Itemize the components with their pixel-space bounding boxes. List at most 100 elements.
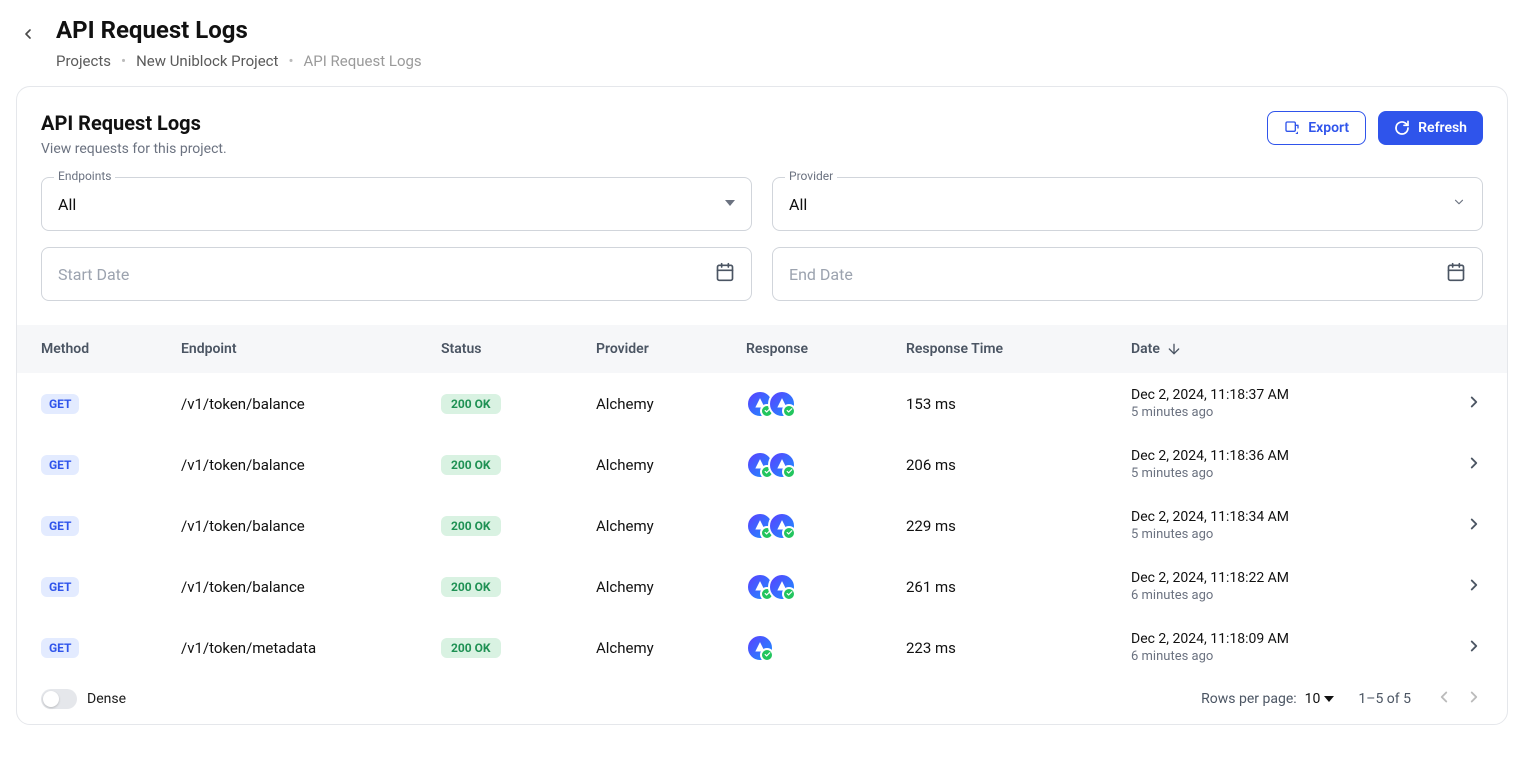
- status-badge: 200 OK: [441, 516, 501, 536]
- response-icons: [746, 390, 906, 418]
- dropdown-arrow-icon: [725, 196, 735, 212]
- chevron-right-icon: [1465, 454, 1483, 472]
- start-date-placeholder: Start Date: [58, 265, 129, 284]
- col-header-method[interactable]: Method: [41, 341, 181, 357]
- rows-per-page-value: 10: [1305, 691, 1321, 707]
- status-badge: 200 OK: [441, 577, 501, 597]
- provider-chain-icon: [768, 573, 796, 601]
- method-badge: GET: [41, 394, 79, 414]
- cell-date: Dec 2, 2024, 11:18:36 AM: [1131, 448, 1289, 464]
- cell-response-time: 229 ms: [906, 517, 1131, 535]
- check-badge-icon: [782, 587, 796, 601]
- chevron-right-icon: [1465, 515, 1483, 533]
- cell-date: Dec 2, 2024, 11:18:09 AM: [1131, 631, 1289, 647]
- col-header-date-label: Date: [1131, 341, 1160, 357]
- status-badge: 200 OK: [441, 394, 501, 414]
- provider-chain-icon: [768, 390, 796, 418]
- col-header-response-time[interactable]: Response Time: [906, 341, 1131, 357]
- col-header-response[interactable]: Response: [746, 341, 906, 357]
- provider-chain-icon: [768, 512, 796, 540]
- start-date-input[interactable]: Start Date: [41, 247, 752, 301]
- col-header-provider[interactable]: Provider: [596, 341, 746, 357]
- prev-page-button[interactable]: [1435, 688, 1453, 710]
- expand-row-button[interactable]: [1465, 458, 1483, 476]
- cell-date-ago: 6 minutes ago: [1131, 588, 1289, 603]
- card-subtitle: View requests for this project.: [41, 141, 227, 157]
- expand-row-button[interactable]: [1465, 397, 1483, 415]
- end-date-input[interactable]: End Date: [772, 247, 1483, 301]
- cell-endpoint: /v1/token/balance: [181, 395, 441, 413]
- expand-row-button[interactable]: [1465, 641, 1483, 659]
- refresh-button[interactable]: Refresh: [1378, 111, 1483, 145]
- cell-date: Dec 2, 2024, 11:18:22 AM: [1131, 570, 1289, 586]
- table-row[interactable]: GET /v1/token/balance 200 OK Alchemy 206…: [17, 434, 1507, 495]
- export-icon: [1284, 120, 1300, 136]
- check-badge-icon: [782, 404, 796, 418]
- provider-label: Provider: [785, 169, 837, 183]
- breadcrumb-current: API Request Logs: [304, 52, 422, 70]
- rows-per-page-select[interactable]: 10: [1305, 691, 1335, 707]
- method-badge: GET: [41, 516, 79, 536]
- rows-per-page-label: Rows per page:: [1201, 691, 1296, 707]
- cell-date-ago: 5 minutes ago: [1131, 527, 1289, 542]
- cell-provider: Alchemy: [596, 639, 746, 657]
- cell-response-time: 223 ms: [906, 639, 1131, 657]
- response-icons: [746, 634, 906, 662]
- card-title: API Request Logs: [41, 111, 227, 135]
- cell-endpoint: /v1/token/balance: [181, 456, 441, 474]
- expand-row-button[interactable]: [1465, 519, 1483, 537]
- cell-date: Dec 2, 2024, 11:18:34 AM: [1131, 509, 1289, 525]
- check-badge-icon: [760, 648, 774, 662]
- table-row[interactable]: GET /v1/token/balance 200 OK Alchemy 229…: [17, 495, 1507, 556]
- endpoints-label: Endpoints: [54, 169, 115, 183]
- breadcrumb-project-name[interactable]: New Uniblock Project: [136, 52, 278, 70]
- chevron-right-icon: [1465, 688, 1483, 706]
- col-header-endpoint[interactable]: Endpoint: [181, 341, 441, 357]
- chevron-left-icon: [20, 26, 36, 42]
- end-date-placeholder: End Date: [789, 265, 853, 284]
- back-button[interactable]: [16, 22, 40, 46]
- chevron-down-icon: [1452, 195, 1466, 213]
- method-badge: GET: [41, 455, 79, 475]
- table-row[interactable]: GET /v1/token/balance 200 OK Alchemy 261…: [17, 556, 1507, 617]
- breadcrumb-projects[interactable]: Projects: [56, 52, 111, 70]
- breadcrumb: Projects • New Uniblock Project • API Re…: [56, 52, 422, 70]
- breadcrumb-separator: •: [288, 52, 293, 70]
- cell-date: Dec 2, 2024, 11:18:37 AM: [1131, 387, 1289, 403]
- cell-date-ago: 5 minutes ago: [1131, 466, 1289, 481]
- endpoints-value: All: [58, 195, 76, 214]
- export-label: Export: [1308, 120, 1349, 136]
- sort-desc-icon: [1166, 341, 1182, 357]
- provider-value: All: [789, 195, 807, 214]
- refresh-label: Refresh: [1418, 120, 1467, 136]
- cell-provider: Alchemy: [596, 578, 746, 596]
- cell-date-ago: 5 minutes ago: [1131, 405, 1289, 420]
- table-row[interactable]: GET /v1/token/metadata 200 OK Alchemy 22…: [17, 617, 1507, 678]
- status-badge: 200 OK: [441, 455, 501, 475]
- table-row[interactable]: GET /v1/token/balance 200 OK Alchemy 153…: [17, 373, 1507, 434]
- col-header-status[interactable]: Status: [441, 341, 596, 357]
- status-badge: 200 OK: [441, 638, 501, 658]
- cell-response-time: 206 ms: [906, 456, 1131, 474]
- export-button[interactable]: Export: [1267, 111, 1366, 145]
- col-header-date[interactable]: Date: [1131, 341, 1443, 357]
- calendar-icon: [715, 262, 735, 286]
- dense-label: Dense: [87, 691, 126, 707]
- chevron-right-icon: [1465, 576, 1483, 594]
- endpoints-select[interactable]: Endpoints All: [41, 177, 752, 231]
- cell-endpoint: /v1/token/metadata: [181, 639, 441, 657]
- response-icons: [746, 512, 906, 540]
- dense-toggle[interactable]: [41, 689, 77, 709]
- expand-row-button[interactable]: [1465, 580, 1483, 598]
- provider-select[interactable]: Provider All: [772, 177, 1483, 231]
- dropdown-arrow-icon: [1324, 694, 1334, 704]
- cell-provider: Alchemy: [596, 517, 746, 535]
- breadcrumb-separator: •: [121, 52, 126, 70]
- provider-chain-icon: [746, 634, 774, 662]
- logs-card: API Request Logs View requests for this …: [16, 86, 1508, 725]
- provider-chain-icon: [768, 451, 796, 479]
- next-page-button[interactable]: [1465, 688, 1483, 710]
- table-header-row: Method Endpoint Status Provider Response…: [17, 325, 1507, 373]
- cell-provider: Alchemy: [596, 395, 746, 413]
- logs-table: Method Endpoint Status Provider Response…: [17, 325, 1507, 678]
